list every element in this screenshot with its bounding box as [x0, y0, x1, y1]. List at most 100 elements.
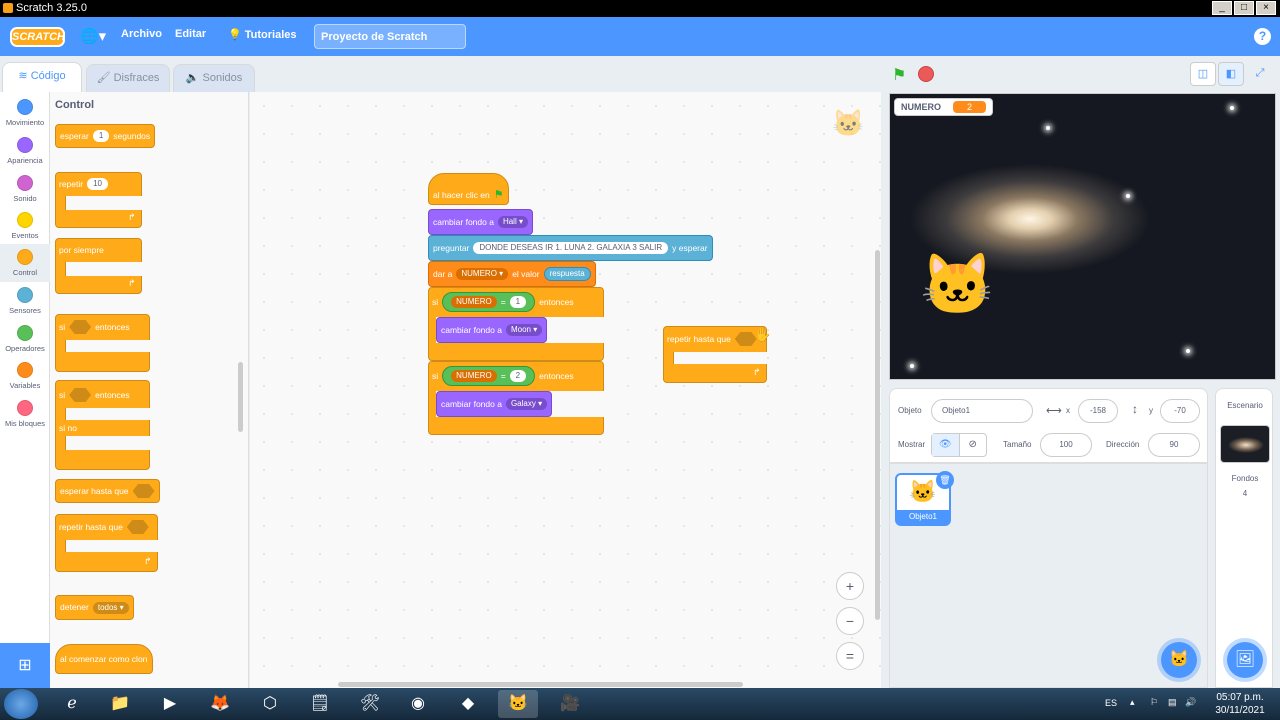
start-button[interactable] [4, 689, 38, 719]
category-sound[interactable]: Sonido [0, 170, 50, 208]
menu-tutoriales[interactable]: 💡 Tutoriales [228, 28, 297, 41]
media-player-icon[interactable]: ▶ [150, 690, 190, 718]
palette-scrollbar[interactable] [238, 362, 243, 432]
block-set-variable[interactable]: dar a NUMERO ▾ el valor respuesta [428, 261, 596, 287]
fullscreen-button[interactable]: ⤢ [1247, 62, 1273, 86]
block-ask-and-wait[interactable]: preguntar DONDE DESEAS IR 1. LUNA 2. GAL… [428, 235, 713, 261]
ask-question-input[interactable]: DONDE DESEAS IR 1. LUNA 2. GALAXIA 3 SAL… [473, 242, 669, 254]
flag-icon[interactable]: ⚐ [1150, 697, 1158, 708]
category-sensing[interactable]: Sensores [0, 282, 50, 320]
y-position-input[interactable]: -70 [1160, 399, 1200, 423]
scratch-taskbar-icon[interactable]: 🐱 [498, 690, 538, 718]
workspace-horizontal-scrollbar[interactable] [338, 682, 743, 687]
compare-value-input[interactable]: 2 [509, 370, 527, 382]
category-operators[interactable]: Operadores [0, 320, 50, 358]
condition-slot[interactable] [126, 520, 149, 534]
zoom-reset-button[interactable]: = [836, 642, 864, 670]
wait-seconds-input[interactable]: 1 [92, 130, 110, 142]
maximize-button[interactable]: □ [1234, 1, 1254, 15]
zoom-in-button[interactable]: + [836, 572, 864, 600]
monitor-value: 2 [953, 101, 987, 113]
menu-editar[interactable]: Editar [175, 28, 206, 40]
stage-canvas[interactable]: NUMERO 2 🐱 [889, 93, 1276, 380]
block-text: si [59, 389, 66, 400]
compare-value-input[interactable]: 1 [509, 296, 527, 308]
x-arrows-icon: ⟷ [1046, 405, 1062, 417]
zoom-out-button[interactable]: − [836, 607, 864, 635]
backdrop-dropdown[interactable]: Galaxy ▾ [505, 398, 548, 410]
condition-slot[interactable] [69, 320, 92, 334]
nox-icon[interactable]: ⬡ [250, 690, 290, 718]
size-input[interactable]: 100 [1040, 433, 1092, 457]
block-wait-until[interactable]: esperar hasta que [55, 479, 160, 503]
category-my-blocks[interactable]: Mis bloques [0, 395, 50, 433]
block-switch-backdrop-hall[interactable]: cambiar fondo a Hall ▾ [428, 209, 533, 235]
category-motion[interactable]: Movimiento [0, 94, 50, 132]
language-globe-icon[interactable]: 🌐▾ [80, 27, 108, 47]
choose-sprite-button[interactable]: 🐱 [1161, 642, 1197, 678]
tab-sounds[interactable]: 🔈 Sonidos [173, 64, 255, 92]
green-flag-button[interactable]: ⚑ [892, 65, 906, 85]
block-stop[interactable]: detener todos ▾ [55, 595, 134, 620]
category-events[interactable]: Eventos [0, 207, 50, 245]
camera-app-icon[interactable]: 🎥 [550, 690, 590, 718]
tab-costumes[interactable]: 🖌 Disfraces [86, 64, 170, 92]
block-wait[interactable]: esperar 1 segundos [55, 124, 156, 148]
network-icon[interactable]: ▤ [1168, 697, 1177, 708]
equals-operator-block[interactable]: NUMERO = 2 [442, 366, 536, 386]
language-indicator[interactable]: ES [1105, 698, 1117, 708]
numero-reporter[interactable]: NUMERO [451, 296, 497, 308]
x-position-input[interactable]: -158 [1078, 399, 1118, 423]
category-looks[interactable]: Apariencia [0, 132, 50, 170]
category-variables[interactable]: Variables [0, 357, 50, 395]
chrome-icon[interactable]: ◉ [398, 690, 438, 718]
notes-icon[interactable]: 🗒 [300, 690, 340, 718]
add-extension-button[interactable]: ⊞ [0, 643, 50, 688]
sprite-name-input[interactable]: Objeto1 [931, 399, 1033, 423]
app-icon[interactable]: ◆ [448, 690, 488, 718]
help-icon[interactable]: ? [1254, 28, 1271, 45]
category-control[interactable]: Control [0, 244, 50, 282]
backdrop-thumbnail[interactable] [1220, 425, 1270, 463]
stop-dropdown[interactable]: todos ▾ [92, 601, 129, 614]
scratch-logo[interactable]: SCRATCH [10, 27, 65, 47]
block-when-clone-start[interactable]: al comenzar como clon [55, 644, 153, 674]
answer-reporter[interactable]: respuesta [543, 267, 591, 281]
volume-icon[interactable]: 🔊 [1185, 697, 1196, 708]
block-switch-backdrop-galaxy[interactable]: cambiar fondo a Galaxy ▾ [436, 391, 553, 417]
eye-show-icon[interactable]: 👁 [932, 434, 960, 456]
small-stage-button[interactable]: ◫ [1190, 62, 1216, 86]
direction-input[interactable]: 90 [1148, 433, 1200, 457]
tab-code[interactable]: ≋ Código [2, 62, 82, 93]
workspace-vertical-scrollbar[interactable] [875, 250, 880, 620]
ie-icon[interactable]: ℯ [52, 690, 92, 718]
c-slot [673, 352, 767, 364]
repeat-count-input[interactable]: 10 [87, 178, 108, 190]
choose-backdrop-button[interactable]: 🖼 [1227, 642, 1263, 678]
eye-hide-icon[interactable]: ⊘ [960, 434, 987, 456]
cat-sprite[interactable]: 🐱 [920, 249, 995, 320]
tray-expand-icon[interactable]: ▴ [1130, 697, 1135, 708]
block-switch-backdrop-moon[interactable]: cambiar fondo a Moon ▾ [436, 317, 548, 343]
explorer-folder-icon[interactable]: 📁 [100, 690, 140, 718]
equals-operator-block[interactable]: NUMERO = 1 [442, 292, 536, 312]
backdrop-dropdown[interactable]: Moon ▾ [505, 324, 543, 336]
block-when-flag-clicked[interactable]: al hacer clic en ⚑ [428, 173, 509, 205]
variable-monitor: NUMERO 2 [894, 98, 994, 116]
backdrop-dropdown[interactable]: Hall ▾ [497, 216, 528, 228]
visibility-toggle[interactable]: 👁 ⊘ [931, 433, 987, 457]
tool-icon[interactable]: 🛠 [350, 690, 390, 718]
condition-slot[interactable] [69, 388, 92, 402]
project-title-input[interactable]: Proyecto de Scratch [314, 24, 466, 49]
variable-dropdown[interactable]: NUMERO ▾ [456, 268, 509, 280]
delete-sprite-trash-icon[interactable]: 🗑 [936, 471, 954, 489]
menu-archivo[interactable]: Archivo [121, 28, 162, 40]
condition-slot[interactable] [132, 484, 155, 498]
minimize-button[interactable]: _ [1212, 1, 1232, 15]
close-button[interactable]: × [1256, 1, 1276, 15]
firefox-icon[interactable]: 🦊 [200, 690, 240, 718]
stop-button[interactable] [918, 66, 934, 82]
numero-reporter[interactable]: NUMERO [451, 370, 497, 382]
normal-stage-button[interactable]: ◧ [1218, 62, 1244, 86]
clock[interactable]: 05:07 p.m. 30/11/2021 [1200, 691, 1280, 717]
